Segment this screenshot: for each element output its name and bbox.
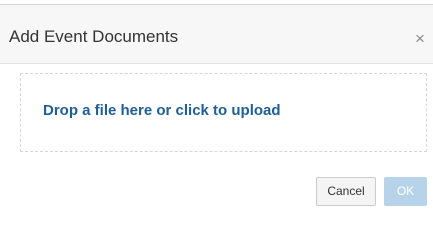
dialog-header: Add Event Documents × — [0, 5, 433, 64]
cancel-button[interactable]: Cancel — [316, 177, 376, 206]
close-icon[interactable]: × — [415, 30, 425, 48]
dropzone-upload-text[interactable]: Drop a file here or click to upload — [43, 102, 281, 120]
file-dropzone[interactable]: Drop a file here or click to upload — [20, 73, 427, 152]
dialog-title: Add Event Documents — [9, 27, 179, 46]
ok-button[interactable]: OK — [384, 177, 427, 206]
add-event-documents-dialog: Add Event Documents × Drop a file here o… — [0, 5, 433, 246]
